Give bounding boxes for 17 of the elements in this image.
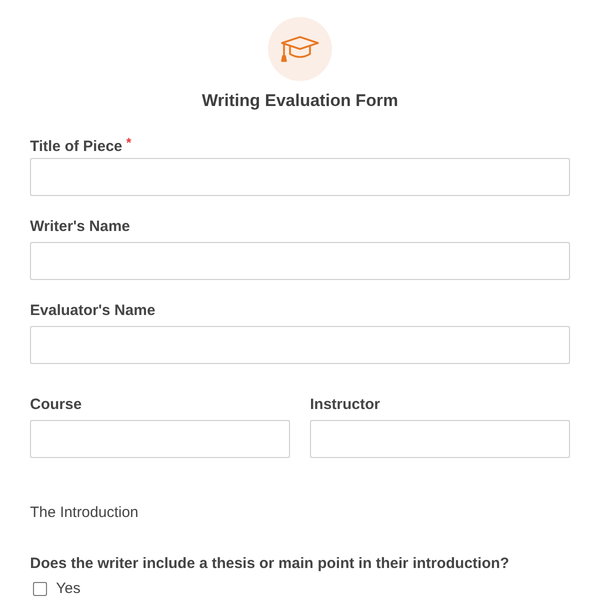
input-field[interactable]	[310, 420, 570, 458]
form-title: Writing Evaluation Form	[202, 91, 398, 111]
graduation-cap-icon	[280, 36, 320, 62]
input-field[interactable]	[30, 326, 570, 364]
required-mark: *	[126, 135, 132, 150]
field-label: Title of Piece	[30, 138, 122, 155]
field-label: Writer's Name	[30, 218, 130, 235]
checkbox[interactable]	[33, 582, 47, 596]
section-heading: The Introduction	[30, 503, 140, 523]
input-field[interactable]	[30, 420, 290, 458]
field-label: Evaluator's Name	[30, 302, 156, 319]
field-label: Course	[30, 396, 82, 413]
input-field[interactable]	[30, 242, 570, 280]
field-label: Instructor	[310, 396, 380, 413]
question-text: Does the writer include a thesis or main point in their introduction?	[30, 554, 510, 574]
input-field[interactable]	[30, 158, 570, 196]
option-label: Yes	[56, 580, 80, 597]
